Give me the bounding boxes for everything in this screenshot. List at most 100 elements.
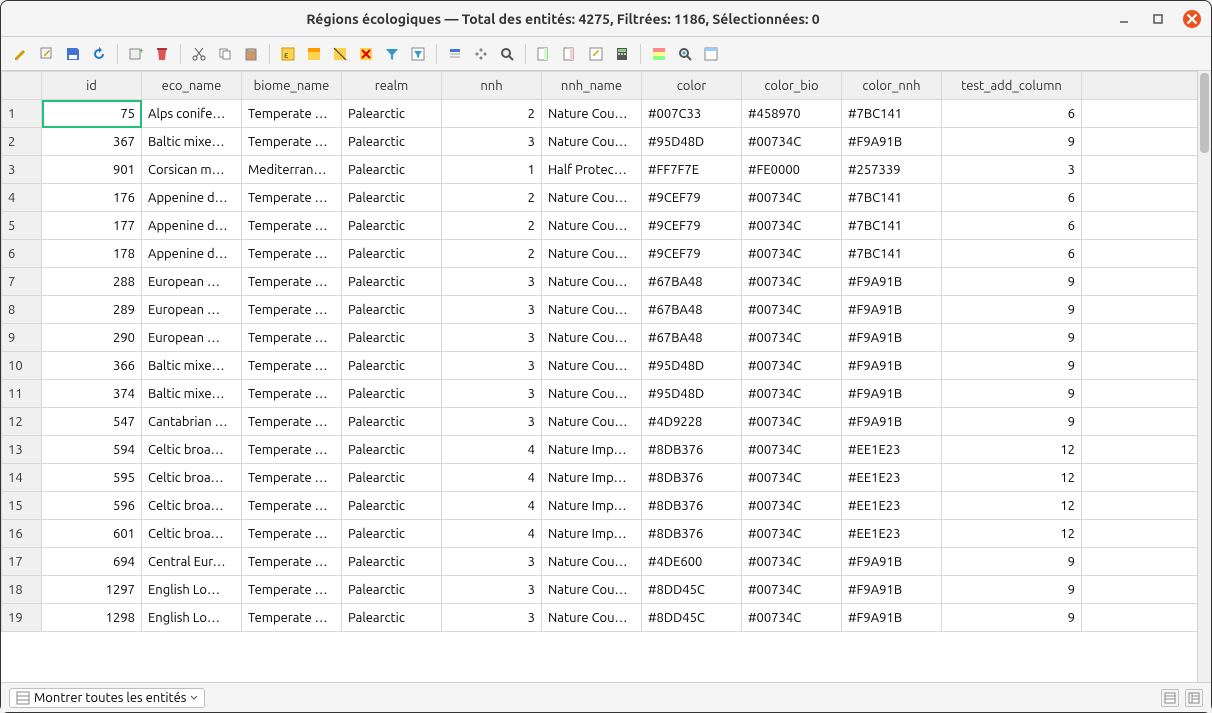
- cell-nnh_name[interactable]: Nature Cou…: [542, 240, 642, 268]
- cell-realm[interactable]: Palearctic: [342, 296, 442, 324]
- cell-test_add_column[interactable]: 9: [942, 296, 1082, 324]
- cell-eco_name[interactable]: Appenine d…: [142, 184, 242, 212]
- cell-id[interactable]: 75: [42, 100, 142, 128]
- cell-color_bio[interactable]: #00734C: [742, 380, 842, 408]
- cell-nnh_name[interactable]: Nature Cou…: [542, 548, 642, 576]
- cell-realm[interactable]: Palearctic: [342, 240, 442, 268]
- cell-realm[interactable]: Palearctic: [342, 352, 442, 380]
- cell-color_nnh[interactable]: #F9A91B: [842, 408, 942, 436]
- add-feature-icon[interactable]: +: [124, 42, 148, 66]
- table-row[interactable]: 4176Appenine d…Temperate …Palearctic2Nat…: [2, 184, 1211, 212]
- cell-nnh_name[interactable]: Nature Cou…: [542, 212, 642, 240]
- cell-test_add_column[interactable]: 12: [942, 464, 1082, 492]
- cell-biome_name[interactable]: Temperate …: [242, 464, 342, 492]
- cell-test_add_column[interactable]: 6: [942, 100, 1082, 128]
- table-row[interactable]: 5177Appenine d…Temperate …Palearctic2Nat…: [2, 212, 1211, 240]
- cell-realm[interactable]: Palearctic: [342, 436, 442, 464]
- row-header[interactable]: 15: [2, 492, 42, 520]
- cell-eco_name[interactable]: European …: [142, 268, 242, 296]
- cell-id[interactable]: 901: [42, 156, 142, 184]
- cell-id[interactable]: 178: [42, 240, 142, 268]
- cell-eco_name[interactable]: Cantabrian …: [142, 408, 242, 436]
- multi-edit-icon[interactable]: [35, 42, 59, 66]
- cell-eco_name[interactable]: Appenine d…: [142, 212, 242, 240]
- cell-test_add_column[interactable]: 9: [942, 576, 1082, 604]
- delete-feature-icon[interactable]: [150, 42, 174, 66]
- maximize-button[interactable]: [1149, 10, 1167, 28]
- cell-nnh[interactable]: 3: [442, 548, 542, 576]
- cell-biome_name[interactable]: Temperate …: [242, 184, 342, 212]
- cell-eco_name[interactable]: Appenine d…: [142, 240, 242, 268]
- cell-eco_name[interactable]: English Lo…: [142, 576, 242, 604]
- row-header[interactable]: 1: [2, 100, 42, 128]
- deselect-icon[interactable]: [354, 42, 378, 66]
- table-row[interactable]: 8289European …Temperate …Palearctic3Natu…: [2, 296, 1211, 324]
- cell-color_bio[interactable]: #00734C: [742, 352, 842, 380]
- cell-color[interactable]: #4DE600: [642, 548, 742, 576]
- cell-blank[interactable]: [1082, 576, 1211, 604]
- cell-nnh_name[interactable]: Nature Imp…: [542, 520, 642, 548]
- cell-test_add_column[interactable]: 6: [942, 240, 1082, 268]
- cell-eco_name[interactable]: Central Eur…: [142, 548, 242, 576]
- table-row[interactable]: 13594Celtic broa…Temperate …Palearctic4N…: [2, 436, 1211, 464]
- cell-id[interactable]: 176: [42, 184, 142, 212]
- cell-color_nnh[interactable]: #7BC141: [842, 100, 942, 128]
- cell-id[interactable]: 290: [42, 324, 142, 352]
- cell-nnh_name[interactable]: Nature Cou…: [542, 380, 642, 408]
- cell-color[interactable]: #95D48D: [642, 128, 742, 156]
- cell-biome_name[interactable]: Temperate …: [242, 436, 342, 464]
- cell-blank[interactable]: [1082, 492, 1211, 520]
- select-all-icon[interactable]: [302, 42, 326, 66]
- cell-color[interactable]: #67BA48: [642, 296, 742, 324]
- cell-biome_name[interactable]: Mediterran…: [242, 156, 342, 184]
- cell-color_nnh[interactable]: #F9A91B: [842, 268, 942, 296]
- cell-color_bio[interactable]: #00734C: [742, 240, 842, 268]
- col-header-color[interactable]: color: [642, 72, 742, 100]
- save-icon[interactable]: [61, 42, 85, 66]
- cell-color_bio[interactable]: #00734C: [742, 492, 842, 520]
- cell-id[interactable]: 288: [42, 268, 142, 296]
- cell-test_add_column[interactable]: 6: [942, 184, 1082, 212]
- cell-biome_name[interactable]: Temperate …: [242, 296, 342, 324]
- reload-icon[interactable]: [87, 42, 111, 66]
- cell-nnh_name[interactable]: Nature Cou…: [542, 604, 642, 632]
- cell-realm[interactable]: Palearctic: [342, 156, 442, 184]
- cell-eco_name[interactable]: Alps conife…: [142, 100, 242, 128]
- cell-color_bio[interactable]: #00734C: [742, 268, 842, 296]
- cell-color[interactable]: #8DB376: [642, 464, 742, 492]
- cell-realm[interactable]: Palearctic: [342, 548, 442, 576]
- cell-color_bio[interactable]: #00734C: [742, 604, 842, 632]
- cell-blank[interactable]: [1082, 100, 1211, 128]
- cell-color[interactable]: #8DB376: [642, 436, 742, 464]
- cell-test_add_column[interactable]: 9: [942, 408, 1082, 436]
- row-header[interactable]: 16: [2, 520, 42, 548]
- cell-realm[interactable]: Palearctic: [342, 100, 442, 128]
- invert-selection-icon[interactable]: [328, 42, 352, 66]
- cell-nnh[interactable]: 4: [442, 492, 542, 520]
- cell-realm[interactable]: Palearctic: [342, 212, 442, 240]
- filter-form-icon[interactable]: [406, 42, 430, 66]
- cell-eco_name[interactable]: Baltic mixe…: [142, 128, 242, 156]
- cell-nnh_name[interactable]: Nature Cou…: [542, 352, 642, 380]
- cell-nnh[interactable]: 3: [442, 408, 542, 436]
- cell-nnh[interactable]: 3: [442, 352, 542, 380]
- cell-test_add_column[interactable]: 6: [942, 212, 1082, 240]
- cell-id[interactable]: 595: [42, 464, 142, 492]
- cell-nnh_name[interactable]: Nature Cou…: [542, 184, 642, 212]
- zoom-to-icon[interactable]: [495, 42, 519, 66]
- show-entities-dropdown[interactable]: Montrer toutes les entités: [9, 688, 205, 708]
- cell-eco_name[interactable]: Celtic broa…: [142, 464, 242, 492]
- cell-nnh[interactable]: 3: [442, 296, 542, 324]
- table-row[interactable]: 2367Baltic mixe…Temperate …Palearctic3Na…: [2, 128, 1211, 156]
- cell-biome_name[interactable]: Temperate …: [242, 100, 342, 128]
- cell-nnh[interactable]: 4: [442, 436, 542, 464]
- row-header[interactable]: 18: [2, 576, 42, 604]
- cell-id[interactable]: 1297: [42, 576, 142, 604]
- cell-color_nnh[interactable]: #7BC141: [842, 184, 942, 212]
- cell-nnh_name[interactable]: Nature Imp…: [542, 436, 642, 464]
- cell-color_bio[interactable]: #00734C: [742, 436, 842, 464]
- cell-eco_name[interactable]: Baltic mixe…: [142, 352, 242, 380]
- cell-biome_name[interactable]: Temperate …: [242, 492, 342, 520]
- row-header[interactable]: 13: [2, 436, 42, 464]
- cell-test_add_column[interactable]: 9: [942, 548, 1082, 576]
